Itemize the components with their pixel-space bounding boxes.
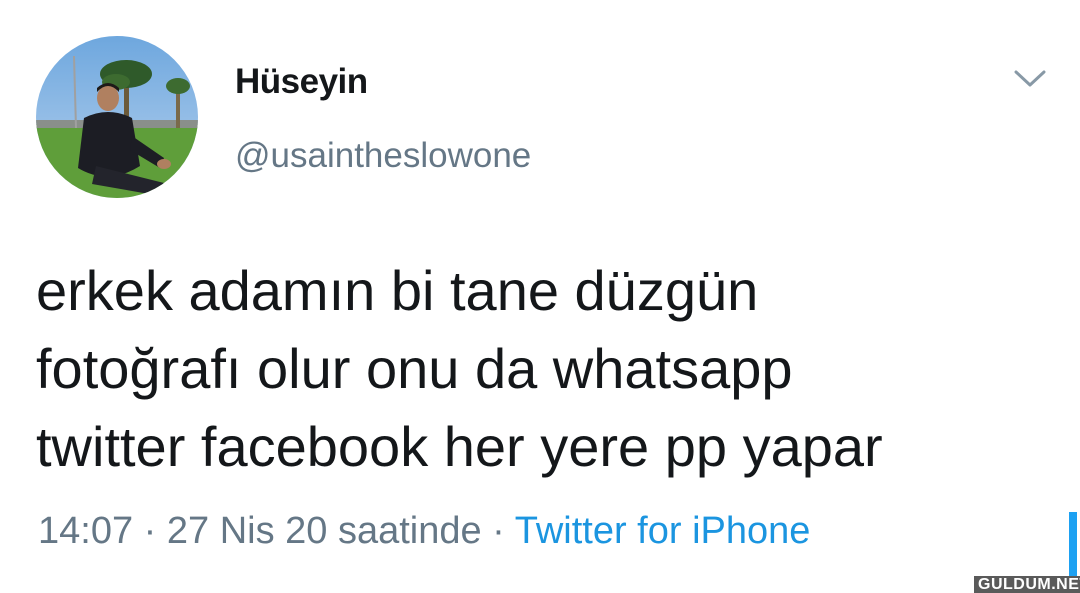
tweet-text-line: fotoğrafı olur onu da whatsapp <box>36 337 793 400</box>
tweet-timestamp[interactable]: 14:07 · 27 Nis 20 saatinde · <box>38 510 515 552</box>
scrollbar[interactable] <box>1069 512 1077 580</box>
avatar[interactable] <box>36 36 198 198</box>
tweet-text-line: twitter facebook her yere pp yapar <box>36 415 883 478</box>
tweet-source-link[interactable]: Twitter for iPhone <box>515 510 811 552</box>
user-display-name[interactable]: Hüseyin <box>235 62 368 102</box>
tweet-card: Hüseyin @usaintheslowone erkek adamın bi… <box>0 0 1080 593</box>
tweet-text-line: erkek adamın bi tane düzgün <box>36 259 759 322</box>
tweet-text: erkek adamın bi tane düzgün fotoğrafı ol… <box>36 252 1056 486</box>
tweet-metadata: 14:07 · 27 Nis 20 saatinde · Twitter for… <box>38 510 810 553</box>
chevron-down-icon[interactable] <box>1012 64 1048 92</box>
user-handle[interactable]: @usaintheslowone <box>235 136 531 176</box>
watermark-logo: GULDUM.NET <box>974 576 1080 593</box>
